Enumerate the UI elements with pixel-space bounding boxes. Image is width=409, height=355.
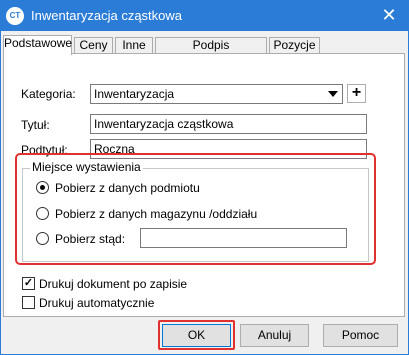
title-bar[interactable]: CT Inwentaryzacja cząstkowa ✕: [0, 0, 409, 31]
kategoria-combobox[interactable]: Inwentaryzacja: [90, 84, 343, 104]
tab-inne[interactable]: Inne: [115, 37, 153, 54]
checkbox-label-drukuj-automatycznie[interactable]: Drukuj automatycznie: [39, 296, 154, 310]
close-icon[interactable]: ✕: [372, 2, 406, 29]
chevron-down-icon[interactable]: [328, 91, 338, 97]
dialog-client-area: Podstawowe Ceny Inne Podpis elektroniczn…: [1, 31, 408, 354]
checkbox-drukuj-po-zapisie[interactable]: ✓: [22, 277, 35, 290]
dialog-window: CT Inwentaryzacja cząstkowa ✕ Podstawowe…: [0, 0, 409, 355]
ok-button[interactable]: OK: [162, 324, 231, 347]
tab-podstawowe[interactable]: Podstawowe: [3, 35, 72, 55]
checkbox-drukuj-automatycznie[interactable]: [22, 296, 35, 309]
tab-pozycje[interactable]: Pozycje: [269, 37, 320, 54]
tytul-value: Inwentaryzacja cząstkowa: [94, 117, 234, 131]
tab-ceny[interactable]: Ceny: [74, 37, 113, 54]
radio-pobierz-z-magazynu[interactable]: [36, 207, 49, 220]
add-category-button[interactable]: +: [347, 84, 366, 103]
pomoc-button[interactable]: Pomoc: [323, 324, 398, 347]
radio-pobierz-z-podmiotu[interactable]: [36, 181, 49, 194]
radio-label-stad[interactable]: Pobierz stąd:: [55, 232, 125, 246]
radio-label-podmiotu[interactable]: Pobierz z danych podmiotu: [55, 181, 200, 195]
tytul-label: Tytuł:: [21, 118, 50, 132]
window-title: Inwentaryzacja cząstkowa: [31, 8, 183, 23]
checkbox-label-drukuj-po-zapisie[interactable]: Drukuj dokument po zapisie: [39, 277, 187, 291]
tab-panel-podstawowe: Kategoria: Inwentaryzacja + Tytuł: Inwen…: [3, 53, 405, 317]
radio-pobierz-stad[interactable]: [36, 232, 49, 245]
tytul-input[interactable]: Inwentaryzacja cząstkowa: [90, 114, 367, 134]
radio-label-magazynu[interactable]: Pobierz z danych magazynu /oddziału: [55, 207, 257, 221]
app-logo-icon: CT: [6, 7, 24, 25]
tab-podpis-elektroniczny[interactable]: Podpis elektroniczny: [155, 37, 267, 67]
anuluj-button[interactable]: Anuluj: [240, 324, 309, 347]
kategoria-value: Inwentaryzacja: [94, 87, 175, 101]
radio-selected-dot: [40, 185, 45, 190]
kategoria-label: Kategoria:: [21, 87, 76, 101]
pobierz-stad-input[interactable]: [140, 228, 347, 248]
